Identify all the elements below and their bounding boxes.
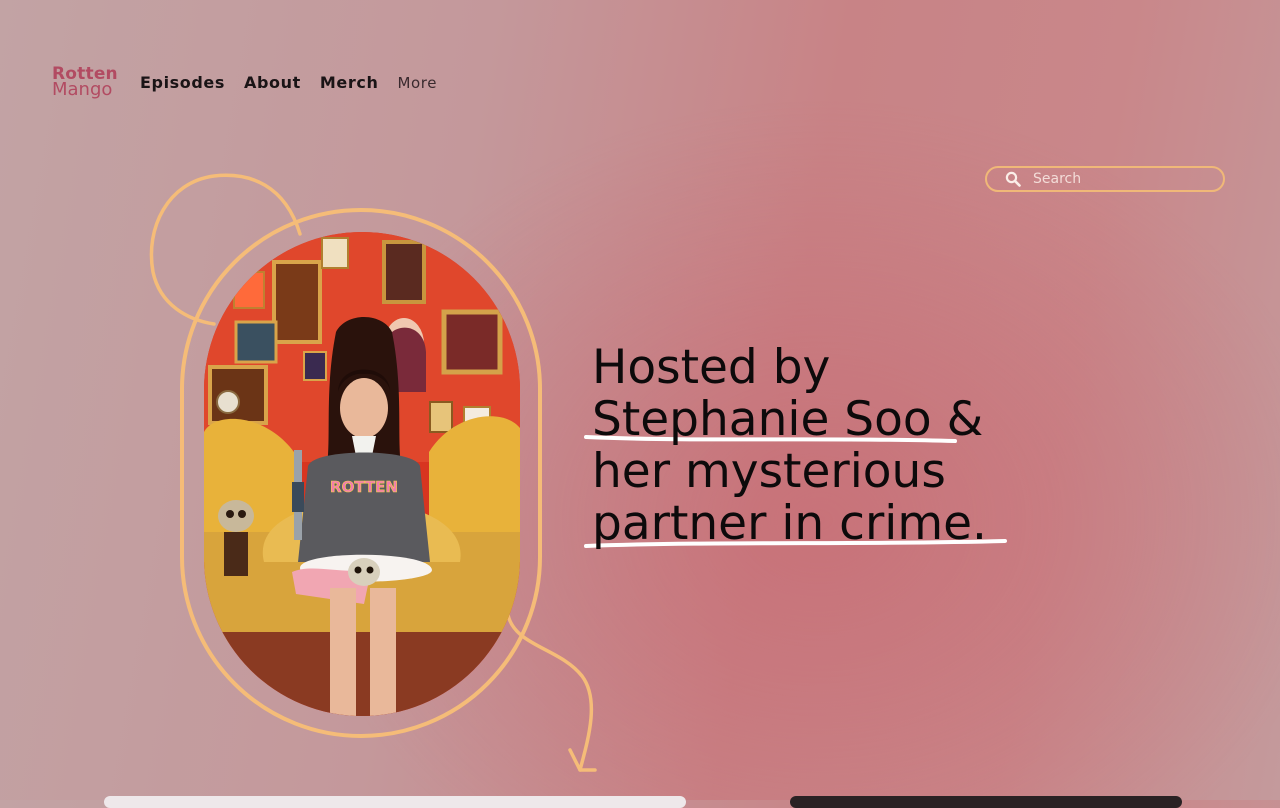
nav-more[interactable]: More (397, 74, 437, 92)
headline-line-2: Stephanie Soo & (592, 392, 984, 447)
headline-line-4: partner in crime. (592, 496, 988, 551)
bottom-card-right (790, 796, 1182, 808)
bottom-card-left (104, 796, 686, 808)
search-icon (1005, 171, 1021, 187)
headline-line-1: Hosted by (592, 340, 831, 395)
main-nav: Episodes About Merch More (140, 73, 456, 92)
nav-merch[interactable]: Merch (320, 73, 379, 92)
hero-headline: Hosted by Stephanie Soo & her mysterious… (592, 342, 987, 550)
nav-about[interactable]: About (244, 73, 301, 92)
hero-photo: ROTTEN (204, 232, 520, 716)
search-bar[interactable] (985, 166, 1225, 192)
search-input[interactable] (1033, 171, 1213, 187)
sweater-print: ROTTEN (330, 478, 398, 496)
nav-episodes[interactable]: Episodes (140, 73, 225, 92)
logo-line-2: Mango (52, 79, 113, 100)
headline-line-3: her mysterious (592, 444, 946, 499)
host-portrait-illustration: ROTTEN (204, 232, 520, 716)
site-logo[interactable]: Rotten Mango (52, 66, 118, 100)
